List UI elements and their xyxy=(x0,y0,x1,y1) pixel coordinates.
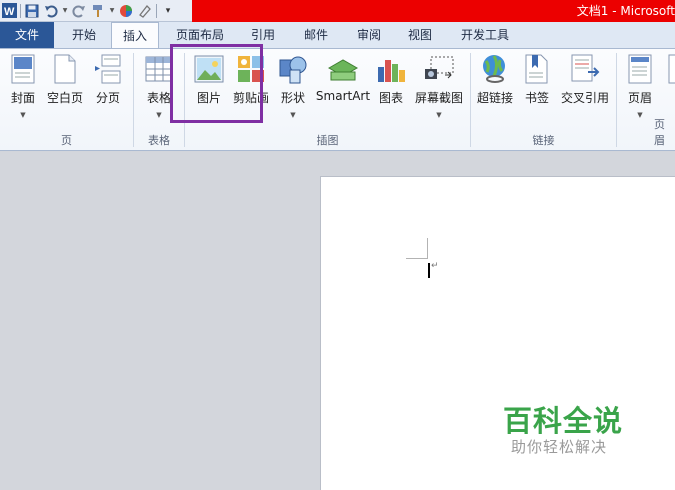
shapes-icon xyxy=(277,53,309,85)
redo-icon[interactable] xyxy=(71,3,87,19)
tab-home[interactable]: 开始 xyxy=(60,22,108,48)
screenshot-icon xyxy=(423,53,455,85)
chevron-down-icon: ▼ xyxy=(156,111,162,119)
bookmark-icon xyxy=(521,53,553,85)
chevron-down-icon: ▼ xyxy=(20,111,26,119)
paragraph-mark-icon: ↵ xyxy=(431,261,439,271)
margin-corner-mark xyxy=(406,258,428,259)
undo-icon[interactable] xyxy=(43,3,59,19)
header-icon xyxy=(624,53,656,85)
group-label-links: 链接 xyxy=(532,134,555,147)
watermark-title: 百科全说 xyxy=(503,404,624,438)
tab-file[interactable]: 文件 xyxy=(0,22,54,48)
screenshot-button[interactable]: 屏幕截图 ▼ xyxy=(413,53,465,123)
cover-page-button[interactable]: 封面 ▼ xyxy=(5,53,41,123)
group-label-tables: 表格 xyxy=(148,134,170,147)
shapes-button[interactable]: 形状 ▼ xyxy=(275,53,311,123)
page-break-button[interactable]: 分页 xyxy=(90,53,126,123)
bookmark-button[interactable]: 书签 xyxy=(521,53,553,123)
format-painter-icon[interactable] xyxy=(90,3,106,19)
group-pages: 封面 ▼ 空白页 分页 页 xyxy=(0,49,133,151)
picture-clipart-highlight xyxy=(170,44,263,123)
tab-developer[interactable]: 开发工具 xyxy=(452,22,518,48)
chart-button[interactable]: 图表 xyxy=(374,53,408,123)
quick-access-toolbar: W ▼ ▼ ▾ xyxy=(0,0,192,22)
cross-reference-icon xyxy=(569,53,601,85)
chevron-down-icon: ▼ xyxy=(290,111,296,119)
group-label-pages: 页 xyxy=(61,134,72,147)
ribbon-tabs: 文件 开始 插入 页面布局 引用 邮件 审阅 视图 开发工具 xyxy=(0,22,675,49)
globe-link-icon xyxy=(479,53,511,85)
page-break-icon xyxy=(92,53,124,85)
save-icon[interactable] xyxy=(24,3,40,19)
footer-button[interactable] xyxy=(665,53,675,123)
svg-text:W: W xyxy=(4,6,15,18)
smartart-button[interactable]: SmartArt xyxy=(316,53,370,123)
document-page[interactable] xyxy=(320,176,675,490)
text-cursor xyxy=(428,263,430,278)
tab-view[interactable]: 视图 xyxy=(400,22,440,48)
blank-page-icon xyxy=(49,53,81,85)
window-title: 文档1 - Microsoft xyxy=(576,4,675,18)
cover-page-icon xyxy=(7,53,39,85)
color-wheel-icon[interactable] xyxy=(118,3,134,19)
hyperlink-button[interactable]: 超链接 xyxy=(475,53,515,123)
painter-dropdown-icon[interactable]: ▼ xyxy=(109,3,115,19)
group-links: 超链接 书签 交叉引用 链接 xyxy=(471,49,616,151)
tab-review[interactable]: 审阅 xyxy=(348,22,390,48)
chevron-down-icon: ▼ xyxy=(436,111,442,119)
group-label-illustrations: 插图 xyxy=(316,134,339,147)
group-header-footer: 页眉 ▼ 页眉 xyxy=(617,49,675,151)
eraser-icon[interactable] xyxy=(137,3,153,19)
margin-corner-mark xyxy=(427,238,428,259)
blank-page-button[interactable]: 空白页 xyxy=(45,53,85,123)
toolbar-separator xyxy=(20,3,21,18)
undo-dropdown-icon[interactable]: ▼ xyxy=(62,3,68,19)
cross-reference-button[interactable]: 交叉引用 xyxy=(559,53,611,123)
header-button[interactable]: 页眉 ▼ xyxy=(625,53,655,123)
footer-icon xyxy=(664,53,675,85)
word-app-icon[interactable]: W xyxy=(1,3,17,19)
group-label-header-footer: 页眉 xyxy=(654,118,665,147)
title-bar: W ▼ ▼ ▾ 文档1 - Microsoft xyxy=(0,0,675,22)
chart-icon xyxy=(375,53,407,85)
ribbon-insert: 封面 ▼ 空白页 分页 页 表格 ▼ 表格 图片 剪贴画 形状 ▼ SmartA… xyxy=(0,48,675,151)
tab-mailings[interactable]: 邮件 xyxy=(295,22,337,48)
toolbar-separator xyxy=(156,3,157,18)
watermark-subtitle: 助你轻松解决 xyxy=(511,438,608,456)
smartart-icon xyxy=(327,53,359,85)
customize-toolbar-icon[interactable]: ▾ xyxy=(160,3,176,19)
tab-insert[interactable]: 插入 xyxy=(111,22,159,49)
